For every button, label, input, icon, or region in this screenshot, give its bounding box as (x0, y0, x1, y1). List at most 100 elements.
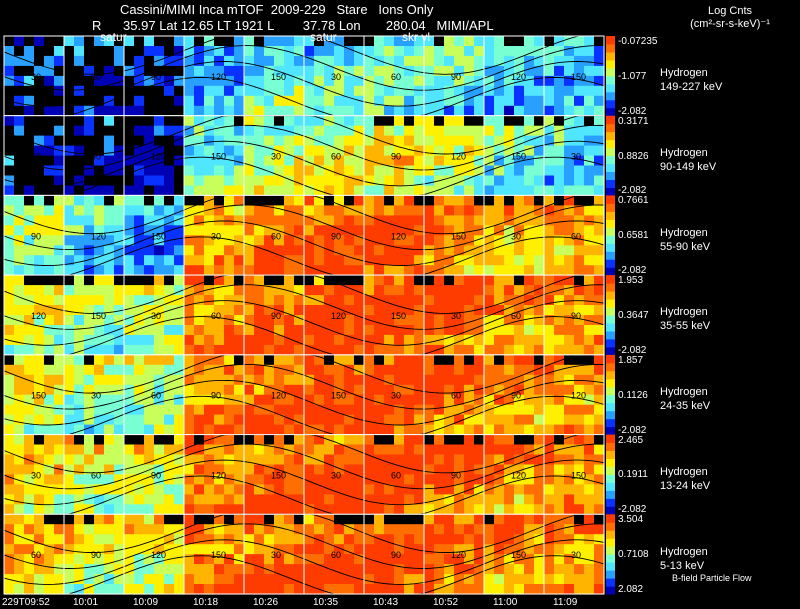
time-tick-label: 10:18 (193, 597, 219, 608)
species-name: Hydrogen (660, 226, 708, 239)
legend-footer: B-field Particle Flow (672, 573, 752, 583)
contour-label: 60 (391, 72, 401, 82)
contour-label: 150 (91, 311, 106, 321)
contour-label: 90 (391, 152, 401, 162)
contour-label: 120 (211, 470, 226, 480)
colorbar-value: 3.504 (618, 514, 644, 526)
contour-label: 120 (571, 391, 586, 401)
colorbar-value: 0.3171 (618, 115, 649, 127)
energy-range: 149-227 keV (660, 81, 723, 94)
species-name: Hydrogen (660, 465, 708, 478)
species-name: Hydrogen (660, 147, 708, 159)
colorbar-value: 2.465 (618, 434, 644, 446)
energy-range: 55-90 keV (660, 240, 711, 253)
contour-label: 150 (391, 311, 406, 321)
panel-species-label: Hydrogen 90-149 keV (660, 146, 716, 174)
contour-label: 120 (31, 311, 46, 321)
species-name: Hydrogen (660, 545, 708, 558)
colorbar-value: 1.953 (618, 275, 644, 287)
contour-label: 60 (331, 550, 341, 560)
contour-label: 30 (511, 231, 521, 241)
saturn-label-1: satur (100, 30, 127, 44)
colorbar (606, 36, 615, 117)
contour-label: 90 (571, 311, 581, 321)
contour-label: 150 (31, 391, 46, 401)
colorbar-value: 0.1911 (618, 469, 648, 481)
contour-label: 120 (211, 72, 226, 82)
time-tick-label: 11:00 (493, 597, 518, 608)
contour-label: 120 (511, 72, 526, 82)
energy-range: 13-24 keV (660, 479, 711, 492)
colorbar (606, 115, 615, 196)
panel-species-label: Hydrogen 55-90 keV (660, 226, 710, 254)
contour-label: 60 (511, 311, 521, 321)
energy-range: 5-13 keV (660, 559, 705, 572)
time-tick-label: 10:01 (73, 597, 99, 608)
contour-label: 60 (91, 72, 101, 82)
colorbar-value: 0.6581 (618, 230, 649, 242)
contour-label: 90 (151, 72, 161, 82)
contour-label: 150 (331, 391, 346, 401)
contour-label: 120 (151, 152, 166, 162)
panel-species-label: Hydrogen 35-55 keV (660, 305, 710, 333)
contour-label: 30 (391, 391, 401, 401)
energy-range: 90-149 keV (660, 161, 717, 173)
contour-label: 120 (511, 470, 526, 480)
contour-label: 30 (331, 72, 341, 82)
colorbar (606, 275, 615, 356)
species-name: Hydrogen (660, 386, 708, 399)
contour-label: 90 (91, 152, 101, 162)
contour-label: 120 (91, 231, 106, 241)
contour-label: 30 (451, 311, 461, 321)
colorbar-value: -1.077 (618, 70, 647, 82)
panel-species-label: Hydrogen 149-227 keV (660, 66, 722, 94)
contour-label: 30 (31, 470, 41, 480)
time-tick-label: 10:35 (313, 597, 339, 608)
contour-label: 120 (451, 550, 466, 560)
species-name: Hydrogen (660, 67, 708, 80)
contour-label: 60 (31, 550, 41, 560)
time-tick-label: 10:09 (133, 597, 159, 608)
contour-label: 90 (31, 231, 41, 241)
contour-label: 120 (271, 391, 286, 401)
contour-label: 120 (451, 152, 466, 162)
contour-label: 150 (271, 72, 286, 82)
contour-label: 60 (151, 391, 161, 401)
colorbar (606, 195, 615, 276)
colorbar-value: 2.082 (618, 584, 644, 595)
colorbar-value: 0.8826 (618, 150, 649, 162)
contour-label: 150 (451, 231, 466, 241)
contour-label: 60 (451, 391, 461, 401)
panel-species-label: Hydrogen 5-13 keV (660, 545, 708, 573)
energy-range: 24-35 keV (660, 400, 711, 413)
contour-label: 120 (151, 550, 166, 560)
energy-range: 35-55 keV (660, 320, 711, 333)
contour-label: 30 (271, 152, 281, 162)
contour-label: 90 (451, 470, 461, 480)
time-tick-label: 10:52 (433, 597, 459, 608)
contour-label: 30 (91, 391, 101, 401)
contour-label: 90 (331, 231, 341, 241)
contour-label: 60 (571, 231, 581, 241)
contour-label: 90 (511, 391, 521, 401)
contour-label: 90 (271, 311, 281, 321)
colorbar (606, 354, 615, 436)
contour-label: 90 (151, 470, 161, 480)
time-tick-label: 10:26 (253, 597, 279, 608)
colorbar (606, 514, 615, 595)
contour-label: 120 (391, 231, 406, 241)
colorbar (606, 434, 615, 515)
colorbar-value: 0.3647 (618, 310, 649, 321)
contour-label: 90 (391, 550, 401, 560)
contour-label: 150 (511, 152, 526, 162)
contour-label: 90 (211, 391, 221, 401)
saturn-label-2: satur (310, 30, 337, 44)
contour-label: 150 (151, 231, 166, 241)
panel-species-label: Hydrogen 24-35 keV (660, 385, 710, 413)
sky-label: skr vl (402, 30, 430, 44)
colorbar-value: 0.7661 (618, 195, 649, 207)
colorbar-value: 0.7108 (618, 549, 649, 561)
contour-label: 30 (151, 311, 161, 321)
contour-label: 120 (331, 311, 346, 321)
contour-label: 150 (511, 550, 526, 560)
